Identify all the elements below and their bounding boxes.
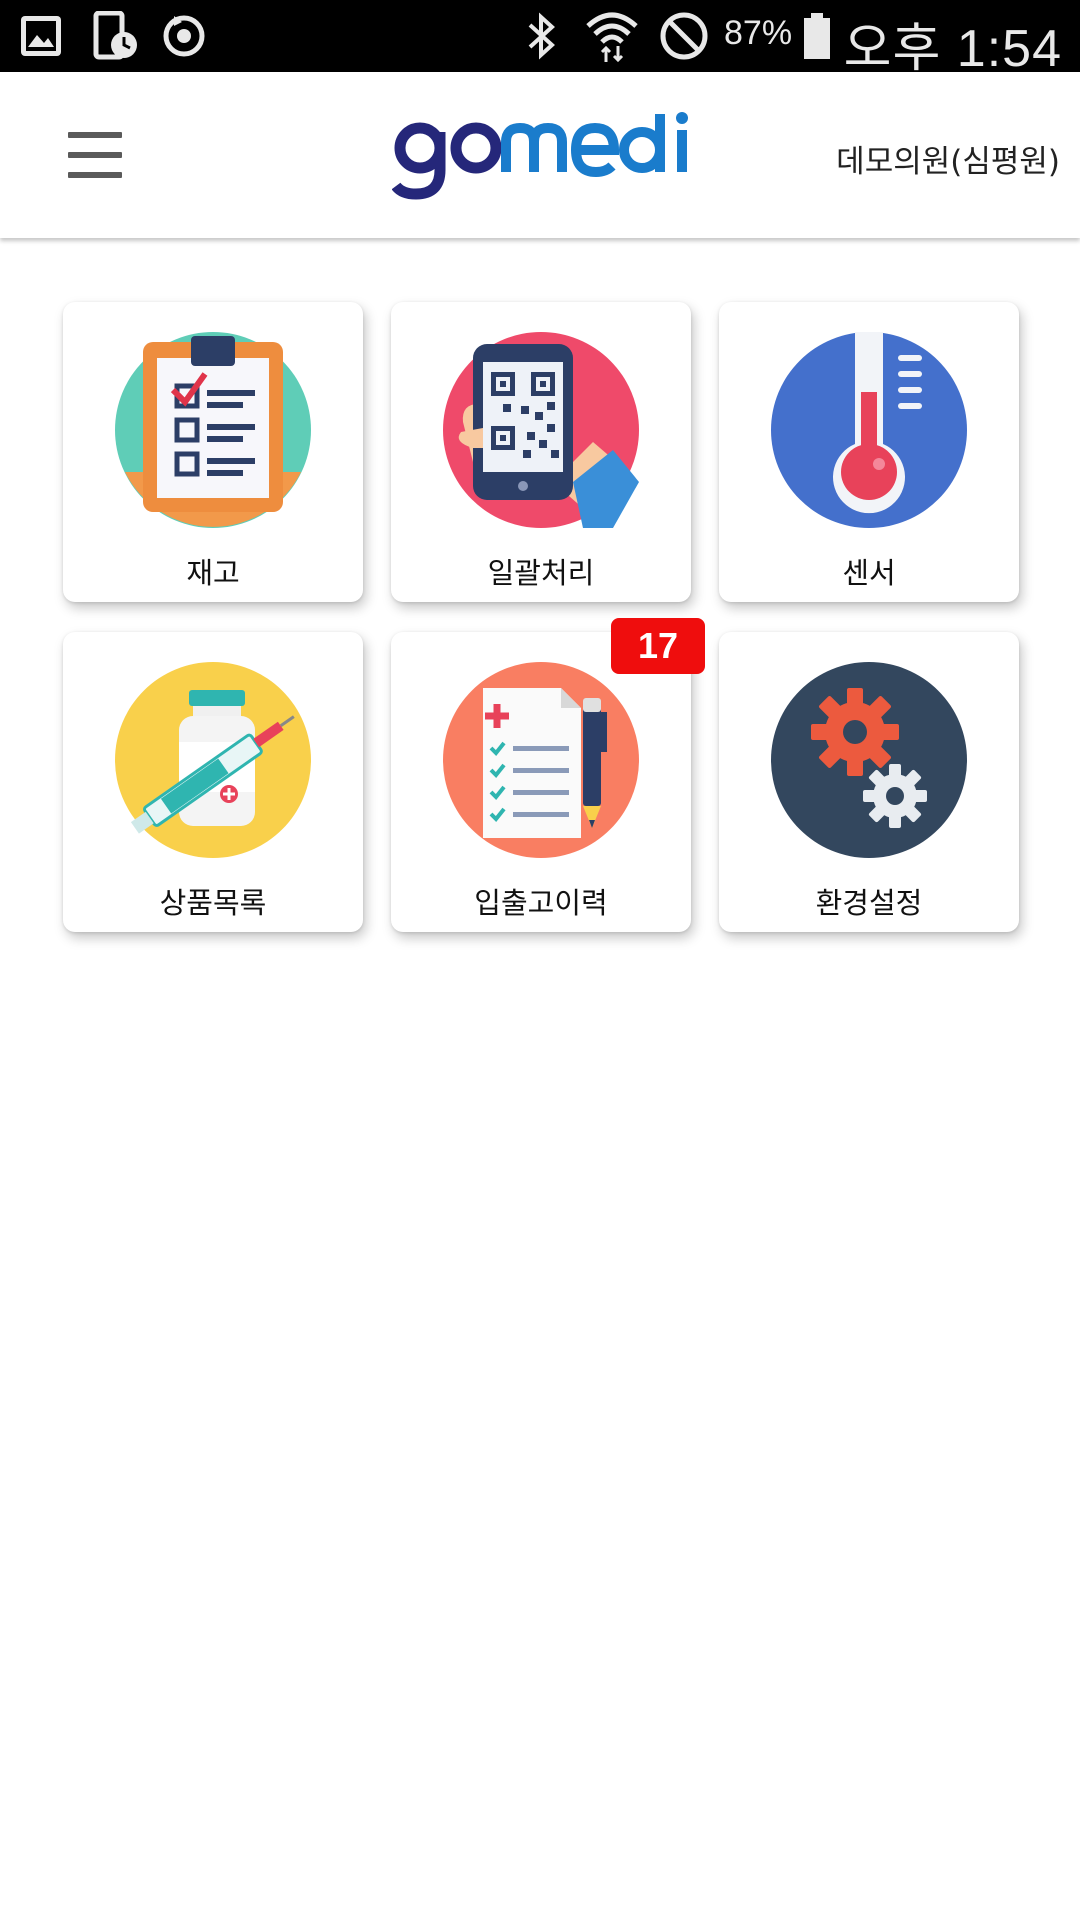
menu-icon-line bbox=[68, 132, 122, 138]
menu-tile-sensor[interactable]: 센서 bbox=[719, 302, 1019, 602]
document-pen-icon bbox=[443, 662, 639, 858]
clipboard-checklist-icon bbox=[115, 332, 311, 528]
wifi-icon bbox=[584, 0, 640, 72]
history-count-badge: 17 bbox=[611, 618, 705, 674]
menu-tile-label: 상품목록 bbox=[159, 886, 267, 920]
menu-icon-line bbox=[68, 172, 122, 178]
menu-tile-label: 입출고이력 bbox=[474, 886, 608, 920]
menu-tile-inventory[interactable]: 재고 bbox=[63, 302, 363, 602]
gallery-icon bbox=[18, 0, 64, 72]
clock-time: 오후 1:54 bbox=[843, 20, 1062, 78]
menu-tile-batch[interactable]: 일괄처리 bbox=[391, 302, 691, 602]
gomedi-logo bbox=[392, 112, 688, 200]
menu-tile-label: 재고 bbox=[186, 556, 240, 590]
hamburger-menu-button[interactable] bbox=[62, 130, 124, 180]
medicine-syringe-icon bbox=[115, 662, 311, 858]
menu-tile-label: 환경설정 bbox=[815, 886, 923, 920]
menu-tile-label: 일괄처리 bbox=[487, 556, 595, 590]
menu-tile-products[interactable]: 상품목록 bbox=[63, 632, 363, 932]
menu-icon-line bbox=[68, 152, 122, 158]
qr-phone-icon bbox=[443, 332, 639, 528]
status-bar: 87% 오후 1:54 bbox=[0, 0, 1080, 78]
clinic-name: 데모의원(심평원) bbox=[836, 144, 1060, 180]
menu-tile-label: 센서 bbox=[842, 556, 896, 590]
app-header: 데모의원(심평원) bbox=[0, 72, 1080, 238]
gears-icon bbox=[771, 662, 967, 858]
menu-tile-settings[interactable]: 환경설정 bbox=[719, 632, 1019, 932]
sync-icon bbox=[160, 0, 208, 72]
battery-icon bbox=[802, 0, 832, 72]
bluetooth-icon bbox=[522, 0, 562, 72]
menu-tile-history[interactable]: 입출고이력 bbox=[391, 632, 691, 932]
thermometer-icon bbox=[771, 332, 967, 528]
do-not-disturb-icon bbox=[658, 0, 710, 72]
battery-percent: 87% bbox=[724, 14, 793, 52]
phone-clock-icon bbox=[92, 0, 140, 72]
